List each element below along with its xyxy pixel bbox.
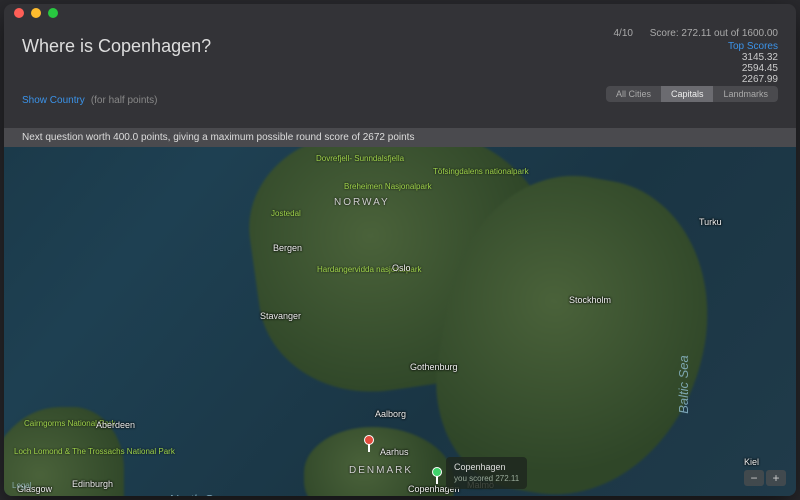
segment-all-cities[interactable]: All Cities	[606, 86, 661, 102]
top-score-3: 2267.99	[614, 74, 779, 85]
legal-link[interactable]: Legal	[12, 481, 32, 490]
zoom-controls: − +	[744, 470, 786, 486]
city-label: Gothenburg	[410, 362, 458, 372]
map-view[interactable]: North Sea Baltic Sea NORWAY DENMARK Dovr…	[4, 147, 796, 496]
zoom-out-button[interactable]: −	[744, 470, 764, 486]
zoom-in-button[interactable]: +	[766, 470, 786, 486]
fullscreen-icon[interactable]	[48, 8, 58, 18]
titlebar	[4, 4, 796, 22]
city-label: Stavanger	[260, 311, 301, 321]
city-label: Oslo	[392, 263, 411, 273]
city-label: Bergen	[273, 243, 302, 253]
answer-tooltip: Copenhagen you scored 272.11	[446, 457, 527, 489]
progress-counter: 4/10	[614, 28, 633, 39]
status-bar: Next question worth 400.0 points, giving…	[4, 128, 796, 147]
sea-label-baltic: Baltic Sea	[676, 355, 691, 414]
minimize-icon[interactable]	[31, 8, 41, 18]
top-score-2: 2594.45	[614, 63, 779, 74]
country-label-denmark: DENMARK	[349, 465, 413, 476]
app-window: Where is Copenhagen? 4/10 Score: 272.11 …	[4, 4, 796, 496]
city-label: Stockholm	[569, 295, 611, 305]
show-country-link[interactable]: Show Country	[22, 95, 85, 106]
segment-capitals[interactable]: Capitals	[661, 86, 714, 102]
city-label: Aberdeen	[96, 420, 135, 430]
mode-segmented-control: All Cities Capitals Landmarks	[606, 86, 778, 102]
sea-label-north-sea: North Sea	[169, 492, 228, 496]
city-label: Aalborg	[375, 409, 406, 419]
city-label: Edinburgh	[72, 479, 113, 489]
top-score-1: 3145.32	[614, 52, 779, 63]
top-scores-label: Top Scores	[614, 41, 779, 52]
answer-pin-icon	[432, 467, 442, 477]
score-line: Score: 272.11 out of 1600.00	[650, 28, 778, 39]
park-label: Töfsingdalens nationalpark	[433, 167, 529, 176]
guess-pin-icon	[364, 435, 374, 445]
tooltip-city: Copenhagen	[454, 462, 519, 474]
segment-landmarks[interactable]: Landmarks	[713, 86, 778, 102]
country-label-norway: NORWAY	[334, 197, 390, 208]
city-label: Aarhus	[380, 447, 409, 457]
park-label: Breheimen Nasjonalpark	[344, 182, 432, 191]
city-label: Turku	[699, 217, 722, 227]
city-label: Kiel	[744, 457, 759, 467]
tooltip-score: you scored 272.11	[454, 474, 519, 484]
hint-note: (for half points)	[91, 95, 158, 106]
park-label: Loch Lomond & The Trossachs National Par…	[14, 447, 175, 456]
question-text: Where is Copenhagen?	[22, 36, 211, 57]
close-icon[interactable]	[14, 8, 24, 18]
park-label: Dovrefjell- Sunndalsfjella	[316, 154, 404, 163]
park-label: Jostedal	[271, 209, 301, 218]
